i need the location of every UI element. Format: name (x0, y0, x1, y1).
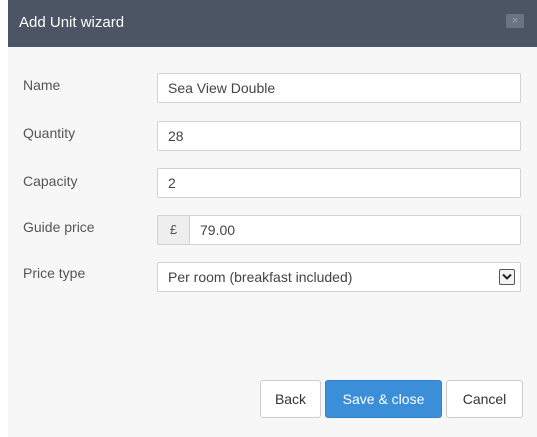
name-field[interactable]: Sea View Double (157, 73, 521, 103)
price-type-select[interactable]: Per room (breakfast included) (157, 262, 521, 292)
guide-price-field[interactable]: 79.00 (189, 215, 521, 245)
name-label: Name (23, 77, 61, 93)
add-unit-dialog: Add Unit wizard × Name Sea View Double Q… (8, 0, 537, 437)
quantity-label: Quantity (23, 125, 76, 141)
dialog-titlebar: Add Unit wizard × (8, 0, 537, 47)
capacity-field[interactable]: 2 (157, 168, 521, 198)
dialog-body: Name Sea View Double Quantity 28 Capacit… (8, 47, 537, 437)
currency-addon: £ (157, 215, 190, 245)
cancel-button[interactable]: Cancel (446, 380, 523, 418)
close-icon: × (511, 15, 519, 27)
capacity-label: Capacity (23, 173, 78, 189)
quantity-field[interactable]: 28 (157, 121, 521, 151)
close-button[interactable]: × (506, 14, 524, 28)
back-button[interactable]: Back (260, 380, 321, 418)
save-close-button[interactable]: Save & close (325, 380, 442, 418)
price-type-label: Price type (23, 265, 86, 281)
dialog-title: Add Unit wizard (19, 14, 125, 31)
guide-price-label: Guide price (23, 219, 95, 235)
price-type-selected: Per room (breakfast included) (168, 269, 353, 285)
chevron-down-icon[interactable] (499, 269, 515, 285)
